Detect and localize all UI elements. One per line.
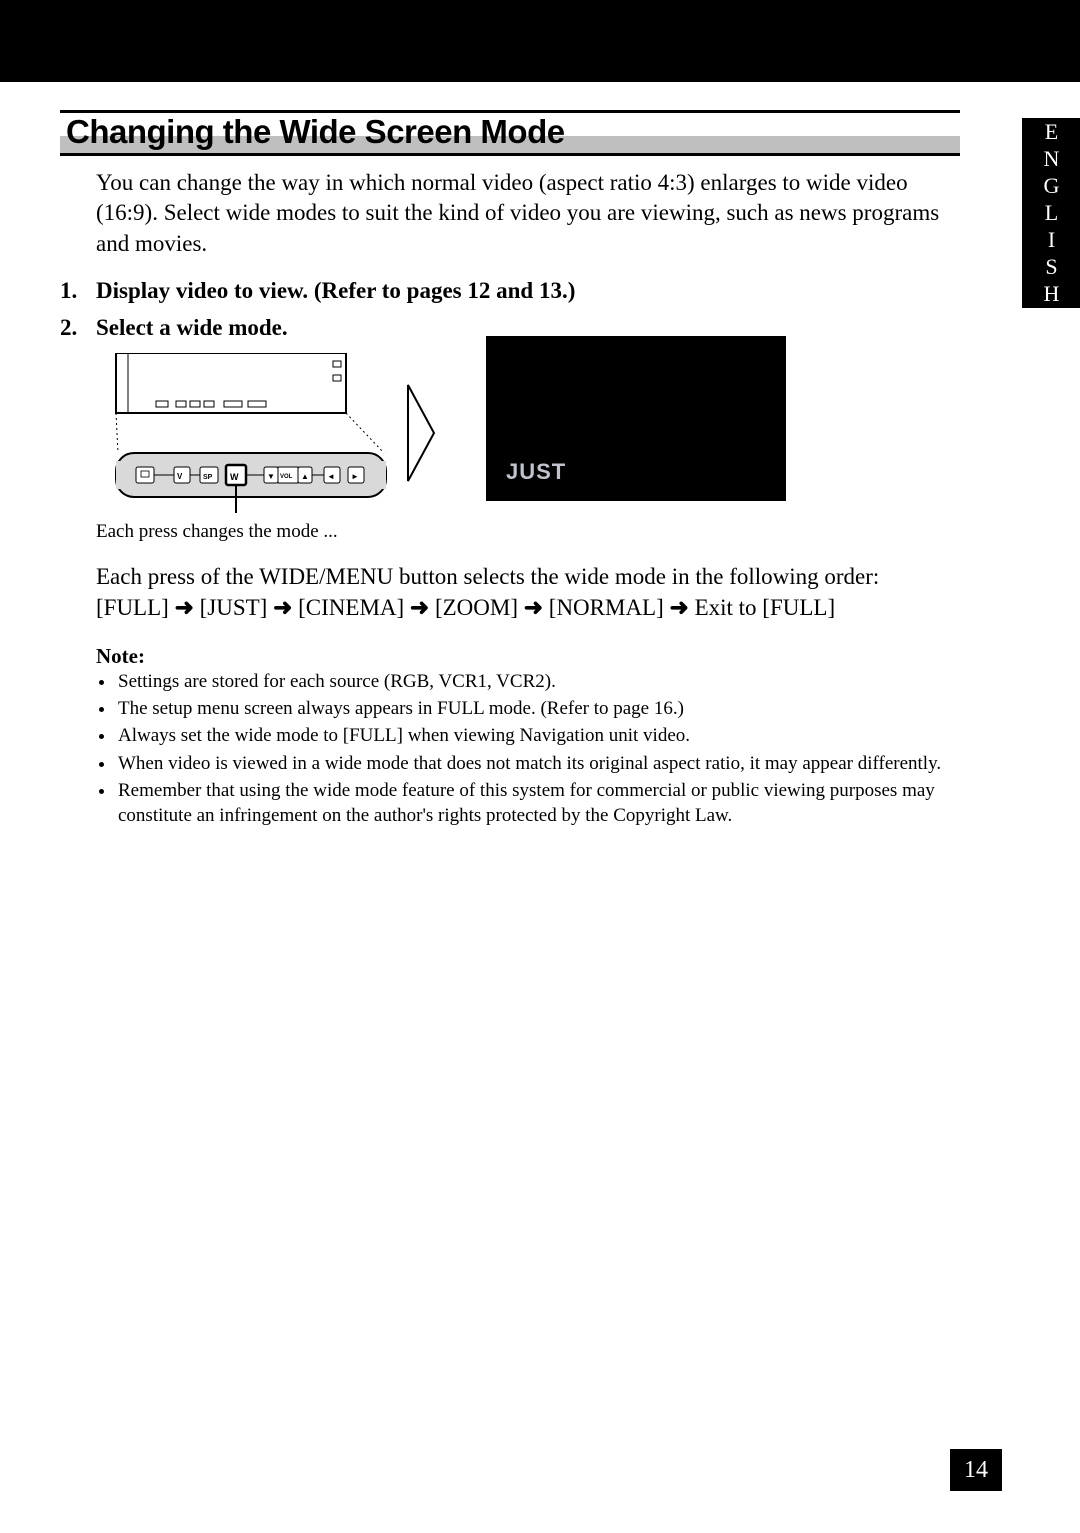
arrow-right-icon: [406, 383, 436, 483]
explain-line1: Each press of the WIDE/MENU button selec…: [96, 564, 879, 589]
device-illustration: V SP W ▼ VOL ▲: [96, 353, 396, 513]
arrow-icon: ➜: [524, 594, 543, 620]
content-area: Changing the Wide Screen Mode You can ch…: [60, 110, 960, 834]
page: ENGLISH Changing the Wide Screen Mode Yo…: [0, 0, 1080, 1533]
intro-paragraph: You can change the way in which normal v…: [96, 168, 960, 259]
step-2-text: Select a wide mode.: [96, 315, 288, 340]
steps-list: 1.Display video to view. (Refer to pages…: [60, 275, 960, 828]
section-title-bar: Changing the Wide Screen Mode: [60, 110, 960, 156]
screen-mode-label: JUST: [506, 459, 566, 485]
btn-v-label: V: [177, 472, 183, 481]
arrow-icon: ➜: [410, 594, 429, 620]
figure-row: V SP W ▼ VOL ▲: [96, 353, 960, 513]
seq-normal: [NORMAL]: [549, 595, 664, 620]
language-tab-label: ENGLISH: [1038, 119, 1064, 308]
figure-caption: Each press changes the mode ...: [96, 521, 960, 543]
notes-list: Settings are stored for each source (RGB…: [116, 669, 960, 829]
seq-just: [JUST]: [200, 595, 268, 620]
seq-exit: Exit to [FULL]: [695, 595, 836, 620]
section-title: Changing the Wide Screen Mode: [66, 113, 954, 151]
step-1: 1.Display video to view. (Refer to pages…: [60, 275, 960, 306]
screen-preview: JUST: [486, 336, 786, 501]
note-heading: Note:: [96, 644, 960, 669]
note-item: Always set the wide mode to [FULL] when …: [116, 723, 960, 748]
btn-right-label: ►: [351, 472, 359, 481]
page-number: 14: [950, 1449, 1002, 1491]
seq-cinema: [CINEMA]: [298, 595, 404, 620]
note-item: The setup menu screen always appears in …: [116, 696, 960, 721]
step-1-text: Display video to view. (Refer to pages 1…: [96, 278, 575, 303]
step-2-number: 2.: [60, 312, 96, 343]
step-2: 2.Select a wide mode.: [60, 312, 960, 828]
btn-volup-label: ▲: [301, 472, 309, 481]
seq-zoom: [ZOOM]: [435, 595, 518, 620]
arrow-icon: ➜: [670, 594, 689, 620]
mode-order-explanation: Each press of the WIDE/MENU button selec…: [96, 561, 960, 624]
header-black-bar: [0, 0, 1080, 82]
seq-full: [FULL]: [96, 595, 169, 620]
btn-w-label: W: [230, 472, 239, 482]
language-tab: ENGLISH: [1022, 118, 1080, 308]
note-item: Remember that using the wide mode featur…: [116, 778, 960, 829]
step-1-number: 1.: [60, 275, 96, 306]
btn-sp-label: SP: [203, 474, 213, 481]
note-item: When video is viewed in a wide mode that…: [116, 751, 960, 776]
note-item: Settings are stored for each source (RGB…: [116, 669, 960, 694]
arrow-icon: ➜: [273, 594, 292, 620]
btn-voldown-label: ▼: [267, 472, 275, 481]
btn-left-label: ◄: [327, 472, 335, 481]
btn-vol-label: VOL: [280, 474, 293, 480]
arrow-icon: ➜: [175, 594, 194, 620]
